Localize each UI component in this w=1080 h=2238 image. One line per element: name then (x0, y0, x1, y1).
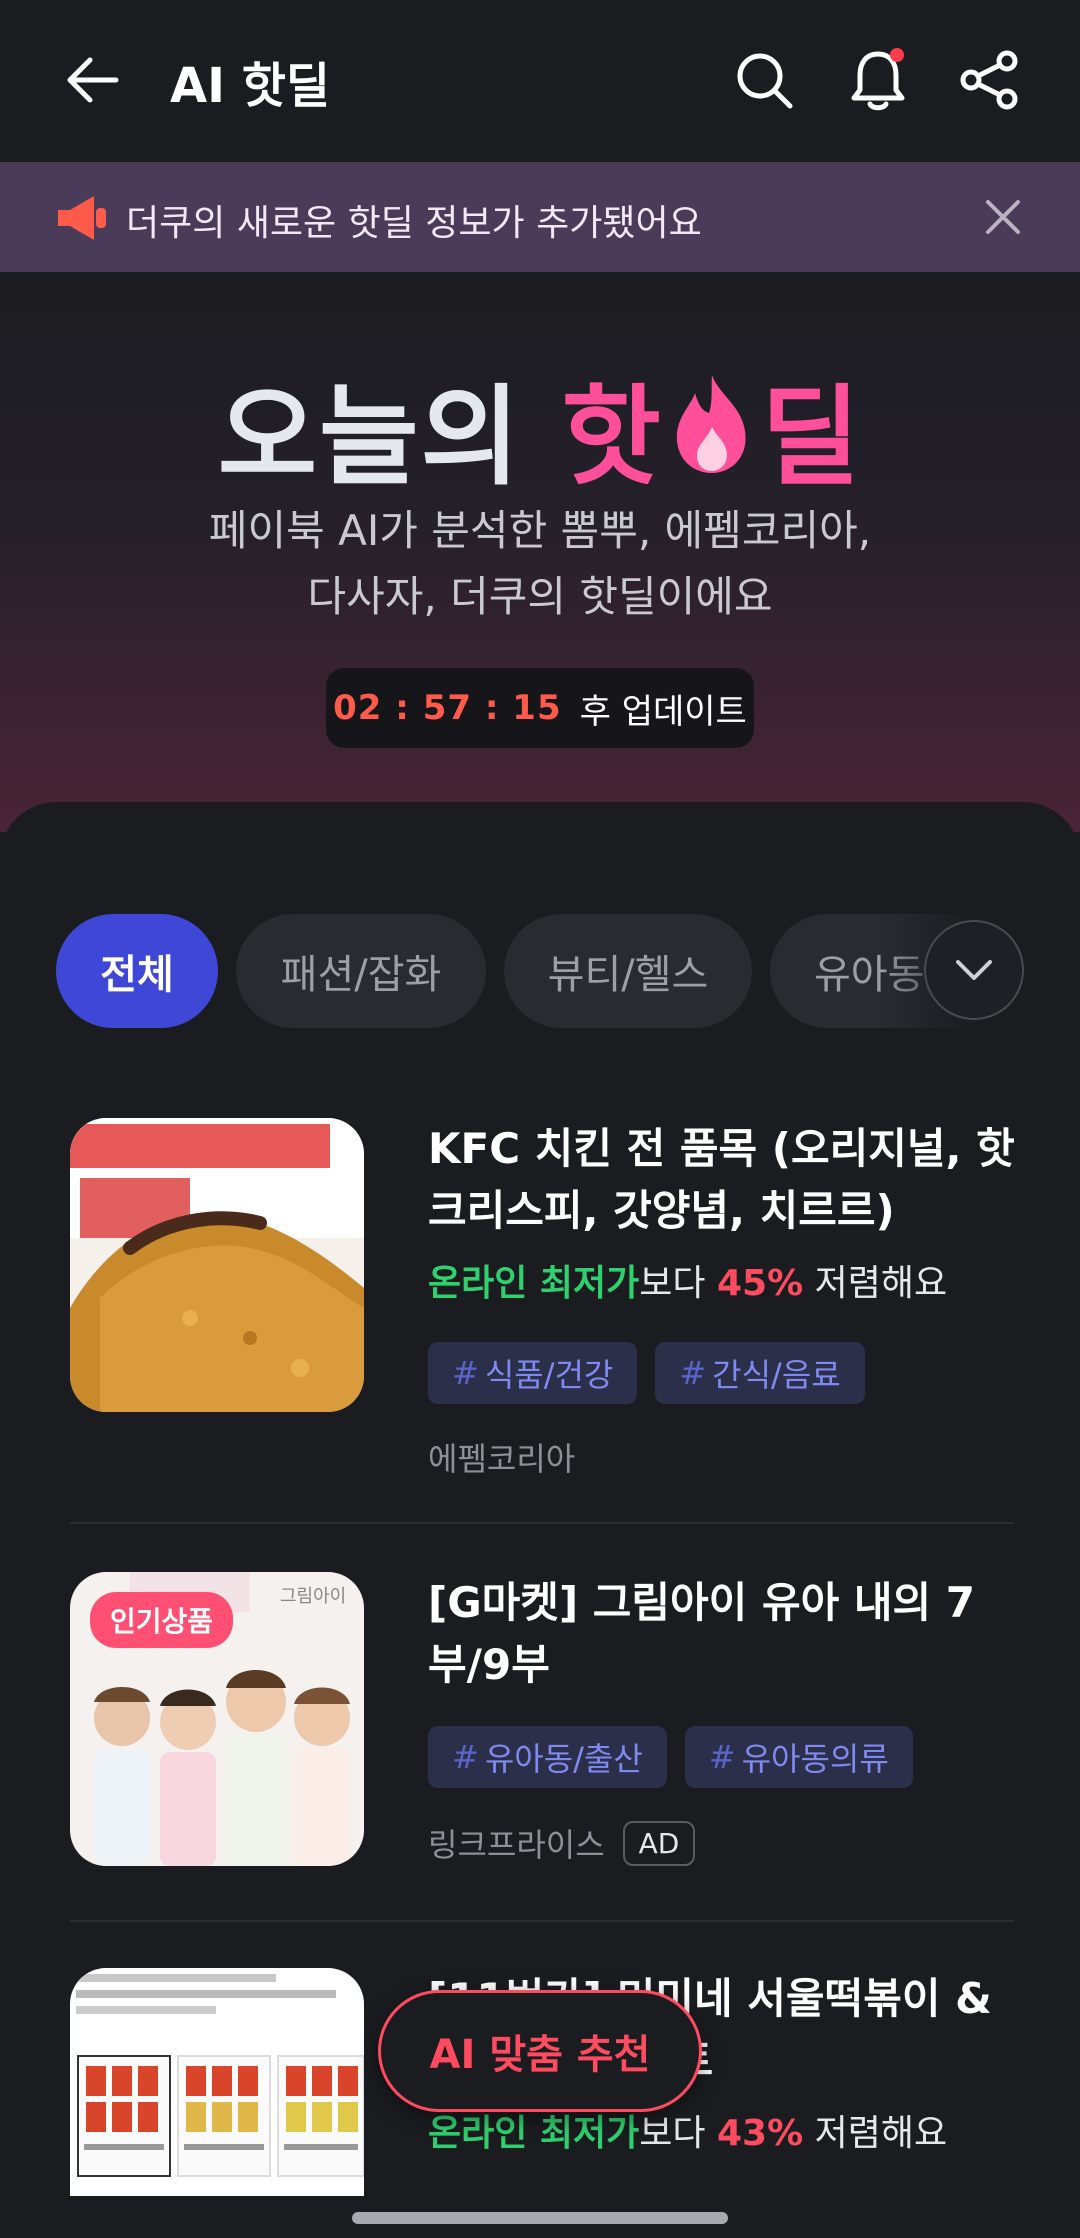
deal-thumbnail (70, 1968, 364, 2196)
tag-label: 간식/음료 (712, 1356, 841, 1394)
seller-name: 링크프라이스 (428, 1826, 605, 1864)
deal-thumbnail (70, 1118, 364, 1412)
ai-recommend-button[interactable]: AI 맞춤 추천 (378, 1990, 702, 2112)
megaphone-icon (54, 190, 110, 246)
ad-badge: AD (622, 1820, 696, 1866)
divider (70, 1920, 1014, 1922)
deal-title: [G마켓] 그림아이 유아 내의 7부/9부 (428, 1578, 975, 1689)
tab-beauty[interactable]: 뷰티/헬스 (504, 914, 752, 1028)
hero-title-hot: 핫 (561, 375, 663, 500)
search-icon[interactable] (724, 40, 804, 120)
hero-section: 오늘의 핫딜 페이북 AI가 분석한 뽐뿌, 에펨코리아, 다사자, 더쿠의 핫… (0, 272, 1080, 832)
seller-info: 링크프라이스 AD (428, 1820, 696, 1866)
tag-chip[interactable]: # 유아동의류 (684, 1726, 913, 1788)
price-lowest-label: 온라인 최저가 (428, 2113, 640, 2154)
hero-title-today: 오늘의 (217, 375, 522, 500)
price-mid-text: 보다 (639, 2113, 706, 2154)
update-timer: 02 : 57 : 15 후 업데이트 (326, 668, 754, 748)
popular-badge: 인기상품 (90, 1592, 234, 1648)
price-mid-text: 보다 (639, 1263, 706, 1304)
seller-info: 에펨코리아 (428, 1434, 575, 1480)
tag-list: # 유아동/출산 # 유아동의류 (428, 1726, 913, 1788)
app-header: AI 핫딜 (0, 0, 1080, 162)
discount-percent: 43% (716, 2113, 804, 2154)
deal-item[interactable]: 그림아이 인기상품 [G마켓] 그림아이 유아 내의 7부/9부 # 유아동/출산… (70, 1572, 1014, 1932)
category-tabs: 전체 패션/잡화 뷰티/헬스 유아동 (0, 914, 1080, 1028)
price-suffix: 저렴해요 (814, 2113, 948, 2154)
tab-fashion[interactable]: 패션/잡화 (236, 914, 486, 1028)
hero-subtitle-line2: 다사자, 더쿠의 핫딜이에요 (307, 572, 773, 621)
chevron-down-icon[interactable] (924, 920, 1024, 1020)
tab-all[interactable]: 전체 (56, 914, 218, 1028)
timer-countdown: 02 : 57 : 15 (333, 688, 562, 728)
home-indicator[interactable] (352, 2212, 728, 2224)
fire-icon (669, 371, 755, 501)
tag-label: 식품/건강 (484, 1356, 614, 1394)
deal-title: KFC 치킨 전 품목 (오리지널, 핫크리스피, 갓양념, 치르르) (428, 1124, 1015, 1235)
tag-label: 유아동의류 (741, 1740, 889, 1778)
deal-thumbnail: 그림아이 인기상품 (70, 1572, 364, 1866)
close-icon[interactable] (970, 184, 1036, 250)
page-title: AI 핫딜 (170, 58, 331, 114)
hero-title-deal: 딜 (760, 375, 863, 500)
price-suffix: 저렴해요 (814, 1263, 948, 1304)
seller-name: 에펨코리아 (428, 1440, 576, 1478)
price-lowest-label: 온라인 최저가 (428, 1263, 640, 1304)
deal-item[interactable]: KFC 치킨 전 품목 (오리지널, 핫크리스피, 갓양념, 치르르) 온라인 … (70, 1118, 1015, 1498)
tag-chip[interactable]: # 간식/음료 (655, 1342, 865, 1404)
tag-label: 유아동/출산 (484, 1740, 643, 1778)
discount-percent: 45% (716, 1263, 804, 1304)
divider (70, 1522, 1014, 1524)
tag-list: # 식품/건강 # 간식/음료 (428, 1342, 865, 1404)
timer-suffix: 후 업데이트 (579, 691, 747, 732)
bell-icon[interactable] (838, 40, 918, 120)
share-icon[interactable] (950, 40, 1030, 120)
notice-text: 더쿠의 새로운 핫딜 정보가 추가됐어요 (126, 203, 702, 244)
notice-banner: 더쿠의 새로운 핫딜 정보가 추가됐어요 (0, 162, 1080, 272)
hero-subtitle-line1: 페이북 AI가 분석한 뽐뿌, 에펨코리아, (208, 506, 872, 555)
tag-chip[interactable]: # 식품/건강 (428, 1342, 638, 1404)
svg-text:그림아이: 그림아이 (280, 1586, 346, 1607)
price-comparison: 온라인 최저가보다 45% 저렴해요 (428, 1254, 947, 1306)
hero-title: 오늘의 핫딜 (0, 350, 1080, 509)
tag-chip[interactable]: # 유아동/출산 (428, 1726, 667, 1788)
hero-subtitle: 페이북 AI가 분석한 뽐뿌, 에펨코리아, 다사자, 더쿠의 핫딜이에요 (0, 498, 1080, 630)
back-arrow-icon[interactable] (52, 40, 132, 120)
notification-dot (890, 48, 904, 62)
